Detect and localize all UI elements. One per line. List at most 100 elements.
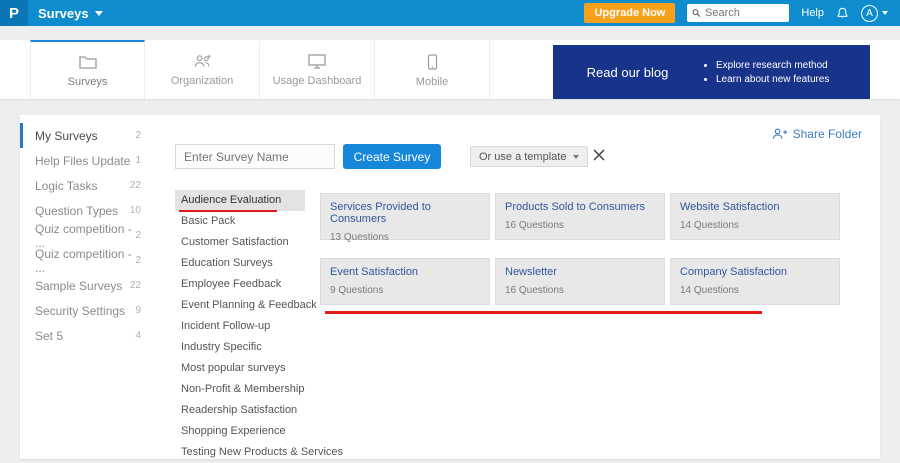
category-label: Non-Profit & Membership	[181, 383, 305, 395]
category-label: Testing New Products & Services	[181, 446, 344, 458]
mobile-icon	[427, 53, 437, 70]
category-testing-new-products-services[interactable]: Testing New Products & Services	[175, 442, 343, 463]
upgrade-now-button[interactable]: Upgrade Now	[584, 3, 676, 23]
sidebar-item-set-5[interactable]: Set 5 4	[20, 323, 153, 348]
category-incident-follow-up[interactable]: Incident Follow-up	[175, 316, 305, 337]
chevron-down-icon	[573, 154, 580, 159]
template-title: Website Satisfaction	[680, 201, 780, 213]
folder-name: Quiz competition - ...	[35, 246, 132, 275]
template-grid: Services Provided to Consumers 13 Questi…	[320, 193, 840, 305]
category-audience-evaluation[interactable]: Audience Evaluation	[175, 190, 305, 212]
template-question-count: 16 Questions	[505, 220, 564, 231]
category-label: Incident Follow-up	[181, 320, 271, 332]
close-icon[interactable]	[592, 148, 606, 162]
share-folder-button[interactable]: Share Folder	[772, 127, 862, 141]
topbar-right: Upgrade Now Help A	[584, 3, 900, 23]
template-card-event-satisfaction[interactable]: Event Satisfaction 9 Questions	[320, 258, 490, 305]
template-title: Event Satisfaction	[330, 266, 419, 278]
template-card-website-satisfaction[interactable]: Website Satisfaction 14 Questions	[670, 193, 840, 240]
template-category-list: Audience Evaluation Basic Pack Customer …	[175, 190, 343, 463]
blog-bullet: Learn about new features	[716, 74, 829, 85]
folder-count: 22	[129, 180, 141, 191]
sidebar-item-my-surveys[interactable]: My Surveys 2	[20, 123, 153, 148]
category-education-surveys[interactable]: Education Surveys	[175, 253, 305, 274]
template-card-products-sold-to-consumers[interactable]: Products Sold to Consumers 16 Questions	[495, 193, 665, 240]
template-dropdown[interactable]: Or use a template	[470, 146, 589, 167]
monitor-icon	[308, 54, 326, 69]
category-non-profit-membership[interactable]: Non-Profit & Membership	[175, 379, 305, 400]
account-menu[interactable]: A	[861, 4, 888, 22]
category-label: Customer Satisfaction	[181, 236, 289, 248]
category-event-planning-feedback[interactable]: Event Planning & Feedback	[175, 295, 317, 316]
folder-name: Help Files Update	[35, 153, 131, 168]
sidebar-item-help-files-update[interactable]: Help Files Update 1	[20, 148, 153, 173]
tab-label: Surveys	[67, 75, 108, 88]
app-title-label: Surveys	[38, 5, 89, 21]
template-question-count: 14 Questions	[680, 285, 739, 296]
sidebar-item-sample-surveys[interactable]: Sample Surveys 22	[20, 273, 153, 298]
app-switcher[interactable]: Surveys	[38, 6, 103, 21]
template-question-count: 9 Questions	[330, 285, 384, 296]
folder-sidebar: My Surveys 2 Help Files Update 1 Logic T…	[20, 123, 153, 348]
category-label: Education Surveys	[181, 257, 273, 269]
tab-label: Mobile	[415, 75, 449, 88]
folder-count: 2	[135, 230, 141, 241]
category-shopping-experience[interactable]: Shopping Experience	[175, 421, 305, 442]
tab-label: Usage Dashboard	[272, 75, 362, 87]
sidebar-item-question-types[interactable]: Question Types 10	[20, 198, 153, 223]
template-title: Services Provided to Consumers	[330, 201, 431, 225]
category-label: Basic Pack	[181, 215, 236, 227]
tab-mobile[interactable]: Mobile	[375, 40, 490, 99]
category-label: Event Planning & Feedback	[181, 299, 317, 311]
template-title: Company Satisfaction	[680, 266, 787, 278]
app-logo[interactable]: P	[0, 0, 28, 26]
sidebar-item-quiz-competition-2[interactable]: Quiz competition - ... 2	[20, 246, 153, 275]
blog-banner-bullets: Explore research method Learn about new …	[702, 57, 829, 88]
blog-banner[interactable]: Read our blog Explore research method Le…	[553, 45, 870, 99]
tab-surveys[interactable]: Surveys	[30, 40, 145, 99]
template-card-newsletter[interactable]: Newsletter 16 Questions	[495, 258, 665, 305]
tab-organization[interactable]: Organization	[145, 40, 260, 99]
top-bar: P Surveys Upgrade Now Help A	[0, 0, 900, 26]
main-content-card: My Surveys 2 Help Files Update 1 Logic T…	[20, 115, 880, 459]
category-most-popular-surveys[interactable]: Most popular surveys	[175, 358, 305, 379]
template-question-count: 14 Questions	[680, 220, 739, 231]
template-dropdown-label: Or use a template	[479, 150, 567, 163]
help-link[interactable]: Help	[801, 7, 824, 19]
tab-label: Organization	[170, 75, 234, 87]
category-basic-pack[interactable]: Basic Pack	[175, 211, 305, 232]
template-question-count: 16 Questions	[505, 285, 564, 296]
folder-name: Set 5	[35, 328, 64, 343]
tab-usage-dashboard[interactable]: Usage Dashboard	[260, 40, 375, 99]
avatar-letter: A	[866, 7, 873, 19]
folder-count: 2	[135, 255, 141, 266]
folder-count: 10	[129, 205, 141, 216]
folder-name: Logic Tasks	[35, 178, 98, 193]
create-survey-button[interactable]: Create Survey	[343, 144, 441, 169]
category-label: Audience Evaluation	[181, 194, 282, 206]
search-input[interactable]	[705, 7, 785, 19]
avatar: A	[861, 4, 878, 22]
folder-name: Sample Surveys	[35, 278, 123, 293]
folder-name: Quiz competition - ...	[35, 221, 132, 250]
folder-count: 2	[135, 130, 141, 141]
category-customer-satisfaction[interactable]: Customer Satisfaction	[175, 232, 305, 253]
category-employee-feedback[interactable]: Employee Feedback	[175, 274, 305, 295]
share-folder-label: Share Folder	[792, 127, 862, 141]
category-industry-specific[interactable]: Industry Specific	[175, 337, 305, 358]
folder-count: 9	[135, 305, 141, 316]
sidebar-item-quiz-competition-1[interactable]: Quiz competition - ... 2	[20, 221, 153, 250]
sidebar-item-logic-tasks[interactable]: Logic Tasks 22	[20, 173, 153, 198]
template-card-services-provided-to-consumers[interactable]: Services Provided to Consumers 13 Questi…	[320, 193, 490, 243]
notification-bell-icon[interactable]	[836, 7, 849, 20]
folder-name: Security Settings	[35, 303, 126, 318]
search-box[interactable]	[687, 4, 790, 22]
chevron-down-icon	[882, 11, 888, 15]
template-card-company-satisfaction[interactable]: Company Satisfaction 14 Questions	[670, 258, 840, 305]
template-title: Products Sold to Consumers	[505, 201, 646, 213]
survey-name-input[interactable]	[175, 144, 335, 169]
annotation-red-line	[325, 311, 762, 314]
category-label: Industry Specific	[181, 341, 262, 353]
sidebar-item-security-settings[interactable]: Security Settings 9	[20, 298, 153, 323]
category-readership-satisfaction[interactable]: Readership Satisfaction	[175, 400, 305, 421]
